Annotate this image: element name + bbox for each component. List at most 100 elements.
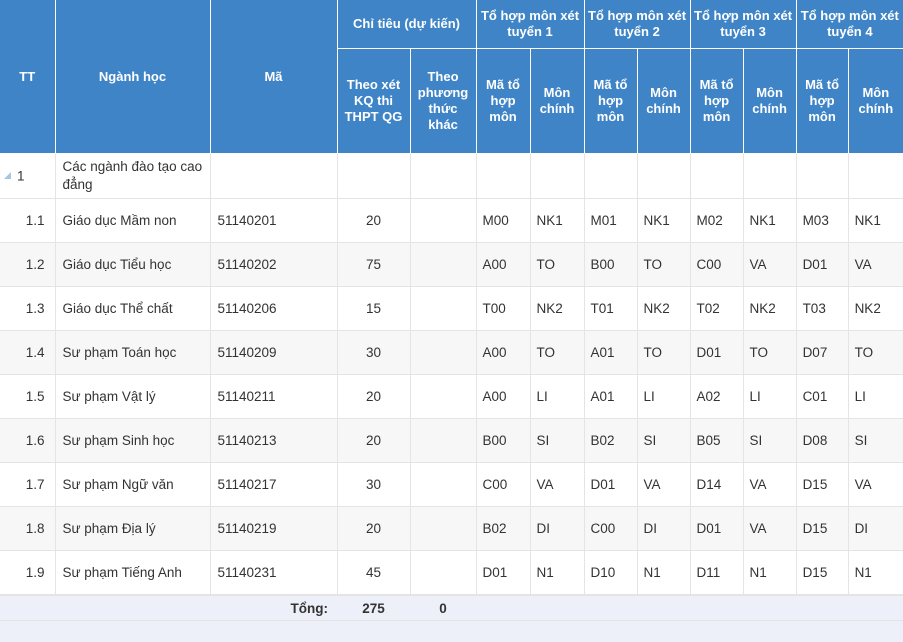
cell-khac [410, 374, 477, 419]
col-header-to-hop-3[interactable]: Tổ hợp môn xét tuyển 3 [690, 0, 797, 49]
cell-ma: 51140209 [210, 330, 338, 375]
cell-th1-mon: VA [530, 462, 585, 507]
table-row[interactable]: 1.5 Sư phạm Vật lý 51140211 20 A00 LI A01 LI A02… [0, 374, 903, 419]
cell-name: Giáo dục Mầm non [55, 198, 211, 243]
col-header-mon-chinh-4[interactable]: Môn chính [848, 48, 903, 154]
cell-tt: 1.4 [0, 330, 56, 375]
col-header-nganh-hoc[interactable]: Ngành học [55, 0, 211, 154]
cell-name: Sư phạm Vật lý [55, 374, 211, 419]
cell-kq-thpt: 20 [337, 374, 411, 419]
cell-tt: 1.8 [0, 506, 56, 551]
cell-th2-mon: DI [637, 506, 691, 551]
cell-khac [410, 242, 477, 287]
cell-ma: 51140217 [210, 462, 338, 507]
cell-th3-mon: NK1 [743, 198, 797, 243]
table-row[interactable]: 1.8 Sư phạm Địa lý 51140219 20 B02 DI C00 DI D01… [0, 506, 903, 551]
cell-kq-thpt: 15 [337, 286, 411, 331]
cell-th1-ma: M00 [476, 198, 531, 243]
cell-th3-mon: SI [743, 418, 797, 463]
cell-th1-ma: A00 [476, 242, 531, 287]
table-row[interactable]: 1.1 Giáo dục Mầm non 51140201 20 M00 NK1 M01 NK… [0, 198, 903, 243]
cell-th2-ma: C00 [584, 506, 638, 551]
cell-th2-mon: LI [637, 374, 691, 419]
cell-th3-ma: D01 [690, 506, 744, 551]
cell-th1-ma: A00 [476, 374, 531, 419]
cell-th2-mon: NK2 [637, 286, 691, 331]
cell-th3-mon: NK2 [743, 286, 797, 331]
table-footer-totals: Tổng: 275 0 [0, 595, 903, 621]
col-header-ma-to-hop-mon-3[interactable]: Mã tổ hợp môn [690, 48, 744, 154]
group-row-th2-ma [584, 153, 638, 199]
cell-khac [410, 198, 477, 243]
col-header-to-hop-2[interactable]: Tổ hợp môn xét tuyển 2 [584, 0, 691, 49]
col-header-mon-chinh-1[interactable]: Môn chính [530, 48, 585, 154]
col-header-tt[interactable]: TT [0, 0, 56, 154]
col-header-to-hop-1[interactable]: Tổ hợp môn xét tuyển 1 [476, 0, 585, 49]
table-row-group[interactable]: 1 Các ngành đào tạo cao đẳng [0, 153, 903, 199]
cell-th4-ma: C01 [796, 374, 849, 419]
cell-khac [410, 462, 477, 507]
cell-th4-mon: N1 [848, 550, 903, 595]
cell-tt: 1.1 [0, 198, 56, 243]
cell-th4-mon: SI [848, 418, 903, 463]
cell-th3-mon: N1 [743, 550, 797, 595]
col-header-theo-xet-kq[interactable]: Theo xét KQ thi THPT QG [337, 48, 411, 154]
table-row[interactable]: 1.4 Sư phạm Toán học 51140209 30 A00 TO A01 TO D… [0, 330, 903, 375]
col-header-ma-to-hop-mon-2[interactable]: Mã tổ hợp môn [584, 48, 638, 154]
cell-kq-thpt: 45 [337, 550, 411, 595]
col-header-mon-chinh-2[interactable]: Môn chính [637, 48, 691, 154]
table-row[interactable]: 1.6 Sư phạm Sinh học 51140213 20 B00 SI B02 SI B… [0, 418, 903, 463]
footer-total-khac: 0 [439, 601, 447, 616]
group-row-khac [410, 153, 477, 199]
cell-khac [410, 506, 477, 551]
group-row-name: Các ngành đào tạo cao đẳng [55, 153, 211, 199]
table-row[interactable]: 1.9 Sư phạm Tiếng Anh 51140231 45 D01 N1 D10 N1… [0, 550, 903, 595]
cell-ma: 51140202 [210, 242, 338, 287]
cell-th2-ma: T01 [584, 286, 638, 331]
table-row[interactable]: 1.2 Giáo dục Tiểu học 51140202 75 A00 TO B00 TO… [0, 242, 903, 287]
col-header-mon-chinh-3[interactable]: Môn chính [743, 48, 797, 154]
table-row[interactable]: 1.3 Giáo dục Thể chất 51140206 15 T00 NK2 T01 N… [0, 286, 903, 331]
cell-th1-ma: A00 [476, 330, 531, 375]
col-header-ma-to-hop-mon-4[interactable]: Mã tổ hợp môn [796, 48, 849, 154]
table-row[interactable]: 1.7 Sư phạm Ngữ văn 51140217 30 C00 VA D01 VA D1… [0, 462, 903, 507]
col-header-theo-phuong-thuc-khac[interactable]: Theo phương thức khác [410, 48, 477, 154]
cell-th2-ma: B02 [584, 418, 638, 463]
cell-th2-mon: NK1 [637, 198, 691, 243]
cell-th1-ma: D01 [476, 550, 531, 595]
cell-th1-ma: B00 [476, 418, 531, 463]
cell-ma: 51140201 [210, 198, 338, 243]
cell-name: Sư phạm Địa lý [55, 506, 211, 551]
footer-total-kq-thpt: 275 [362, 601, 385, 616]
cell-kq-thpt: 20 [337, 506, 411, 551]
cell-th1-mon: N1 [530, 550, 585, 595]
cell-th2-ma: A01 [584, 330, 638, 375]
cell-kq-thpt: 30 [337, 462, 411, 507]
cell-khac [410, 418, 477, 463]
cell-th3-ma: D14 [690, 462, 744, 507]
col-header-to-hop-4[interactable]: Tổ hợp môn xét tuyển 4 [796, 0, 903, 49]
cell-th1-ma: B02 [476, 506, 531, 551]
cell-th4-ma: D15 [796, 550, 849, 595]
footer-total-label: Tổng: [290, 601, 328, 616]
col-header-chi-tieu-group[interactable]: Chỉ tiêu (dự kiến) [337, 0, 477, 49]
cell-th4-ma: D07 [796, 330, 849, 375]
col-header-ma-to-hop-mon-1[interactable]: Mã tổ hợp môn [476, 48, 531, 154]
cell-th1-mon: NK2 [530, 286, 585, 331]
col-header-ma[interactable]: Mã [210, 0, 338, 154]
group-row-th2-mon [637, 153, 691, 199]
collapse-triangle-icon[interactable] [4, 172, 11, 180]
cell-tt: 1.6 [0, 418, 56, 463]
cell-th4-mon: TO [848, 330, 903, 375]
cell-th2-ma: D01 [584, 462, 638, 507]
cell-th1-mon: NK1 [530, 198, 585, 243]
cell-th3-mon: VA [743, 506, 797, 551]
cell-th4-ma: D15 [796, 462, 849, 507]
group-row-index-cell[interactable]: 1 [0, 153, 56, 199]
group-row-th1-mon [530, 153, 585, 199]
admissions-table: TT Ngành học Mã Chỉ tiêu (dự kiến) Tổ hợ… [0, 0, 903, 595]
cell-th3-mon: TO [743, 330, 797, 375]
cell-khac [410, 550, 477, 595]
cell-tt: 1.7 [0, 462, 56, 507]
cell-ma: 51140211 [210, 374, 338, 419]
